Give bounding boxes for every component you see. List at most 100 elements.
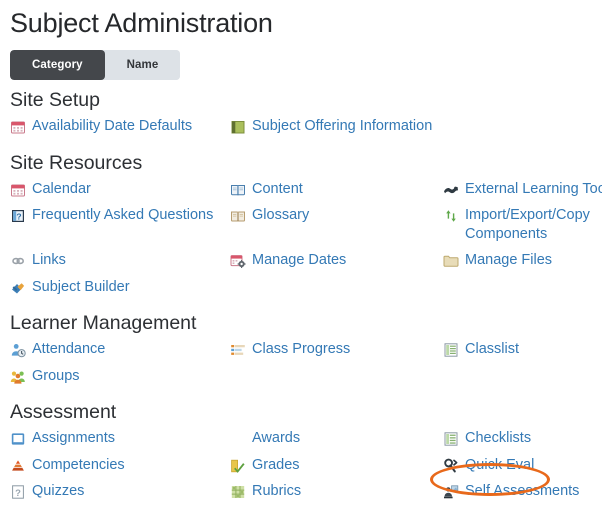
- section-title: Site Resources: [10, 151, 143, 174]
- section-link-grid: Assignments Awards Checklists Competencies G…: [8, 428, 602, 508]
- tool-link-label[interactable]: Links: [32, 250, 66, 270]
- tool-link-import-export-copy-components[interactable]: Import/Export/Copy Components: [443, 205, 602, 244]
- tool-link-groups[interactable]: Groups: [10, 366, 220, 386]
- tool-link-content[interactable]: Content: [230, 179, 440, 199]
- green-square-icon: [230, 119, 246, 135]
- view-mode-tabs: Category Name: [10, 50, 181, 80]
- subject-administration-page: Subject Administration Category Name Sit…: [0, 0, 602, 527]
- self-assessments-icon: [443, 484, 459, 500]
- tool-link-quick-eval[interactable]: Quick Eval: [443, 455, 602, 475]
- link-row: Groups: [8, 366, 602, 393]
- tool-link-classlist[interactable]: Classlist: [443, 339, 602, 359]
- tool-link-label[interactable]: Subject Offering Information: [252, 116, 432, 136]
- link-row: Availability Date Defaults Subject Offeri…: [8, 116, 602, 143]
- tool-link-checklists[interactable]: Checklists: [443, 428, 602, 448]
- section-title: Assessment: [10, 401, 117, 423]
- tool-link-label[interactable]: Import/Export/Copy Components: [465, 205, 602, 244]
- link-row: ? Quizzes Rubrics Self Assessments: [8, 481, 602, 508]
- tool-link-label[interactable]: Assignments: [32, 428, 115, 448]
- subject-builder-icon: [10, 280, 26, 296]
- tool-link-availability-date-defaults[interactable]: Availability Date Defaults: [10, 116, 220, 136]
- tool-link-label[interactable]: Quick Eval: [465, 455, 534, 475]
- tool-link-frequently-asked-questions[interactable]: ? Frequently Asked Questions: [10, 205, 220, 225]
- tab-name[interactable]: Name: [104, 50, 181, 80]
- folder-icon: [443, 253, 459, 269]
- tool-link-manage-dates[interactable]: Manage Dates: [230, 250, 440, 270]
- link-row: Links Manage Dates Manage Files: [8, 250, 602, 277]
- quizzes-icon: ?: [10, 484, 26, 500]
- tool-link-label[interactable]: Availability Date Defaults: [32, 116, 192, 136]
- tab-category[interactable]: Category: [10, 50, 105, 80]
- tool-link-label[interactable]: Rubrics: [252, 481, 301, 501]
- sections-container: Site Setup Availability Date Defaults Subj…: [8, 89, 602, 508]
- quick-eval-icon: [443, 458, 459, 474]
- competencies-icon: [10, 458, 26, 474]
- calendar-icon: [10, 182, 26, 198]
- tool-link-competencies[interactable]: Competencies: [10, 455, 220, 475]
- tool-link-self-assessments[interactable]: Self Assessments: [443, 481, 602, 501]
- svg-text:?: ?: [15, 488, 21, 499]
- awards-icon: [230, 431, 246, 447]
- tool-link-label[interactable]: Awards: [252, 428, 300, 448]
- tool-link-rubrics[interactable]: Rubrics: [230, 481, 440, 501]
- tool-link-external-learning-tools[interactable]: External Learning Tools: [443, 179, 602, 199]
- link-row: Assignments Awards Checklists: [8, 428, 602, 455]
- glossary-book-icon: [230, 208, 246, 224]
- tool-link-calendar[interactable]: Calendar: [10, 179, 220, 199]
- calendar-icon: [10, 119, 26, 135]
- plug-icon: [443, 182, 459, 198]
- import-export-icon: [443, 208, 459, 224]
- tool-link-assignments[interactable]: Assignments: [10, 428, 220, 448]
- tool-link-label[interactable]: Calendar: [32, 179, 91, 199]
- book-icon: [230, 182, 246, 198]
- tool-link-class-progress[interactable]: Class Progress: [230, 339, 440, 359]
- tool-link-label[interactable]: Subject Builder: [32, 277, 130, 297]
- tool-link-awards[interactable]: Awards: [230, 428, 440, 448]
- tool-link-grades[interactable]: Grades: [230, 455, 440, 475]
- tool-link-label[interactable]: Attendance: [32, 339, 105, 359]
- classlist-icon: [443, 342, 459, 358]
- tool-link-subject-offering-information[interactable]: Subject Offering Information: [230, 116, 440, 136]
- groups-icon: [10, 369, 26, 385]
- tool-link-label[interactable]: Groups: [32, 366, 80, 386]
- assignments-icon: [10, 431, 26, 447]
- page-title: Subject Administration: [10, 8, 273, 38]
- tool-link-label[interactable]: Self Assessments: [465, 481, 579, 501]
- manage-dates-icon: [230, 253, 246, 269]
- tool-link-quizzes[interactable]: ? Quizzes: [10, 481, 220, 501]
- attendance-icon: [10, 342, 26, 358]
- tool-link-label[interactable]: Content: [252, 179, 303, 199]
- tool-link-label[interactable]: Frequently Asked Questions: [32, 205, 213, 225]
- link-row: Attendance Class Progress Classlist: [8, 339, 602, 366]
- links-icon: [10, 253, 26, 269]
- section-title: Site Setup: [10, 89, 100, 111]
- tool-link-label[interactable]: Quizzes: [32, 481, 84, 501]
- section-link-grid: Availability Date Defaults Subject Offeri…: [8, 116, 602, 143]
- link-row: Competencies Grades Quick Eval: [8, 455, 602, 482]
- link-row: Subject Builder: [8, 277, 602, 304]
- grades-icon: [230, 458, 246, 474]
- faq-icon: ?: [10, 208, 26, 224]
- section-link-grid: Calendar Content External Learning Tools? F…: [8, 179, 602, 304]
- rubrics-icon: [230, 484, 246, 500]
- tool-link-label[interactable]: Class Progress: [252, 339, 350, 359]
- link-row: Calendar Content External Learning Tools: [8, 179, 602, 206]
- tool-link-label[interactable]: Manage Files: [465, 250, 552, 270]
- section-title: Learner Management: [10, 312, 197, 334]
- class-progress-icon: [230, 342, 246, 358]
- tool-link-attendance[interactable]: Attendance: [10, 339, 220, 359]
- tool-link-label[interactable]: Glossary: [252, 205, 309, 225]
- tool-link-label[interactable]: Manage Dates: [252, 250, 346, 270]
- link-row: ? Frequently Asked Questions Glossary Impor…: [8, 205, 602, 250]
- tool-link-glossary[interactable]: Glossary: [230, 205, 440, 225]
- tool-link-label[interactable]: Classlist: [465, 339, 519, 359]
- tool-link-manage-files[interactable]: Manage Files: [443, 250, 602, 270]
- tool-link-subject-builder[interactable]: Subject Builder: [10, 277, 220, 297]
- tool-link-label[interactable]: Competencies: [32, 455, 125, 475]
- svg-text:?: ?: [16, 211, 21, 221]
- tool-link-label[interactable]: Grades: [252, 455, 300, 475]
- tool-link-links[interactable]: Links: [10, 250, 220, 270]
- tool-link-label[interactable]: External Learning Tools: [465, 179, 602, 199]
- tool-link-label[interactable]: Checklists: [465, 428, 531, 448]
- checklists-icon: [443, 431, 459, 447]
